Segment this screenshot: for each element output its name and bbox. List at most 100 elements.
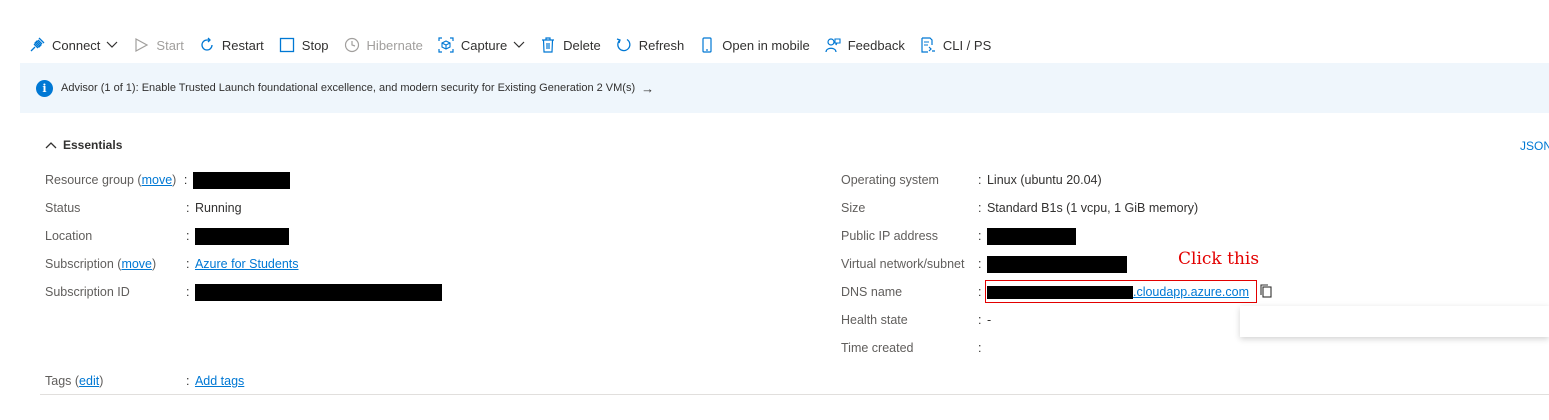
resource-group-row: Resource group (move) : [45, 171, 290, 190]
size-value: Standard B1s (1 vcpu, 1 GiB memory) [986, 201, 1199, 215]
time-created-value-cell: : [978, 339, 981, 357]
colon: : [183, 173, 188, 187]
redacted-value [192, 172, 290, 190]
restart-icon [198, 36, 216, 54]
start-label: Start [156, 37, 184, 53]
chevron-up-icon [45, 141, 57, 149]
refresh-button[interactable]: Refresh [615, 36, 685, 54]
colon: : [978, 257, 982, 271]
resource-group-label: Resource group ( [45, 173, 142, 187]
size-value-cell: : Standard B1s (1 vcpu, 1 GiB memory) [978, 199, 1198, 217]
tooltip-popup [1240, 306, 1549, 337]
delete-button[interactable]: Delete [539, 36, 601, 54]
cli-ps-label: CLI / PS [942, 37, 992, 53]
redacted-value [194, 284, 442, 302]
capture-icon [437, 36, 455, 54]
refresh-icon [615, 36, 633, 54]
health-row: Health state [841, 311, 908, 329]
colon: : [978, 313, 982, 327]
public-ip-value-cell: : [978, 227, 1076, 246]
colon: : [978, 341, 982, 355]
capture-button[interactable]: Capture [437, 36, 525, 54]
cli-ps-button[interactable]: CLI / PS [919, 36, 991, 54]
advisor-text: Advisor (1 of 1): Enable Trusted Launch … [61, 82, 636, 94]
copy-icon[interactable] [1258, 283, 1274, 299]
dns-row: DNS name [841, 283, 902, 301]
hibernate-button[interactable]: Hibernate [343, 36, 423, 54]
restart-label: Restart [221, 37, 264, 53]
capture-label: Capture [460, 37, 508, 53]
subscription-link[interactable]: Azure for Students [195, 257, 299, 271]
info-icon: i [36, 79, 53, 97]
open-in-mobile-button[interactable]: Open in mobile [698, 36, 810, 54]
arrow-right-icon[interactable]: → [641, 81, 654, 96]
subscription-value-cell: : Azure for Students [186, 255, 299, 273]
tags-label: Tags ( [45, 374, 80, 388]
colon: : [186, 201, 190, 215]
os-value: Linux (ubuntu 20.04) [986, 173, 1102, 187]
cli-icon [919, 36, 937, 54]
time-created-row: Time created [841, 339, 913, 357]
essentials-toggle[interactable]: Essentials [45, 138, 122, 152]
mobile-icon [698, 36, 716, 54]
start-button[interactable]: Start [132, 36, 184, 54]
vnet-row: Virtual network/subnet [841, 255, 964, 273]
hibernate-label: Hibernate [366, 37, 423, 53]
location-value-cell: : [186, 227, 289, 246]
connect-button[interactable]: Connect [28, 36, 118, 54]
open-in-mobile-label: Open in mobile [722, 37, 810, 53]
divider [40, 394, 1549, 395]
colon: : [978, 229, 982, 243]
subscription-move-link[interactable]: move [121, 257, 152, 271]
time-created-label: Time created [841, 341, 914, 355]
tags-edit-link[interactable]: edit [79, 374, 99, 388]
health-value: - [986, 313, 992, 327]
public-ip-label: Public IP address [841, 229, 939, 243]
subscription-label: Subscription ( [45, 257, 122, 271]
colon: : [186, 257, 190, 271]
clock-icon [343, 36, 361, 54]
tags-value-cell: : Add tags [186, 372, 244, 390]
resource-group-move-link[interactable]: move [142, 173, 173, 187]
add-tags-link[interactable]: Add tags [195, 374, 244, 388]
colon: : [186, 374, 190, 388]
os-value-cell: : Linux (ubuntu 20.04) [978, 171, 1102, 189]
essentials-title: Essentials [63, 138, 123, 152]
paren-close: ) [99, 374, 104, 388]
plug-icon [28, 36, 46, 54]
chevron-down-icon [513, 41, 525, 49]
command-bar: Connect Start Restart Stop Hibernate Cap… [28, 33, 1005, 57]
public-ip-row: Public IP address [841, 227, 938, 245]
colon: : [978, 285, 982, 299]
advisor-banner[interactable]: i Advisor (1 of 1): Enable Trusted Launc… [20, 63, 1549, 113]
colon: : [186, 285, 190, 299]
redacted-value [194, 228, 289, 246]
status-label: Status [45, 201, 81, 215]
redacted-value [986, 256, 1127, 274]
size-label: Size [841, 201, 866, 215]
colon: : [978, 173, 982, 187]
feedback-label: Feedback [847, 37, 905, 53]
tags-row: Tags (edit) [45, 372, 103, 390]
health-value-cell: : - [978, 311, 991, 329]
feedback-button[interactable]: Feedback [824, 36, 905, 54]
redacted-value [986, 228, 1076, 246]
feedback-icon [824, 36, 842, 54]
colon: : [186, 229, 190, 243]
stop-label: Stop [301, 37, 329, 53]
status-value-cell: : Running [186, 199, 242, 217]
stop-icon [278, 36, 296, 54]
refresh-label: Refresh [638, 37, 685, 53]
status-row: Status [45, 199, 80, 217]
stop-button[interactable]: Stop [278, 36, 329, 54]
json-view-link[interactable]: JSON [1520, 139, 1549, 153]
play-icon [132, 36, 150, 54]
connect-label: Connect [52, 37, 101, 53]
os-row: Operating system [841, 171, 939, 189]
subscription-id-row: Subscription ID [45, 283, 130, 301]
restart-button[interactable]: Restart [198, 36, 264, 54]
subscription-id-value-cell: : [186, 283, 442, 302]
location-label: Location [45, 229, 93, 243]
size-row: Size [841, 199, 865, 217]
colon: : [978, 201, 982, 215]
